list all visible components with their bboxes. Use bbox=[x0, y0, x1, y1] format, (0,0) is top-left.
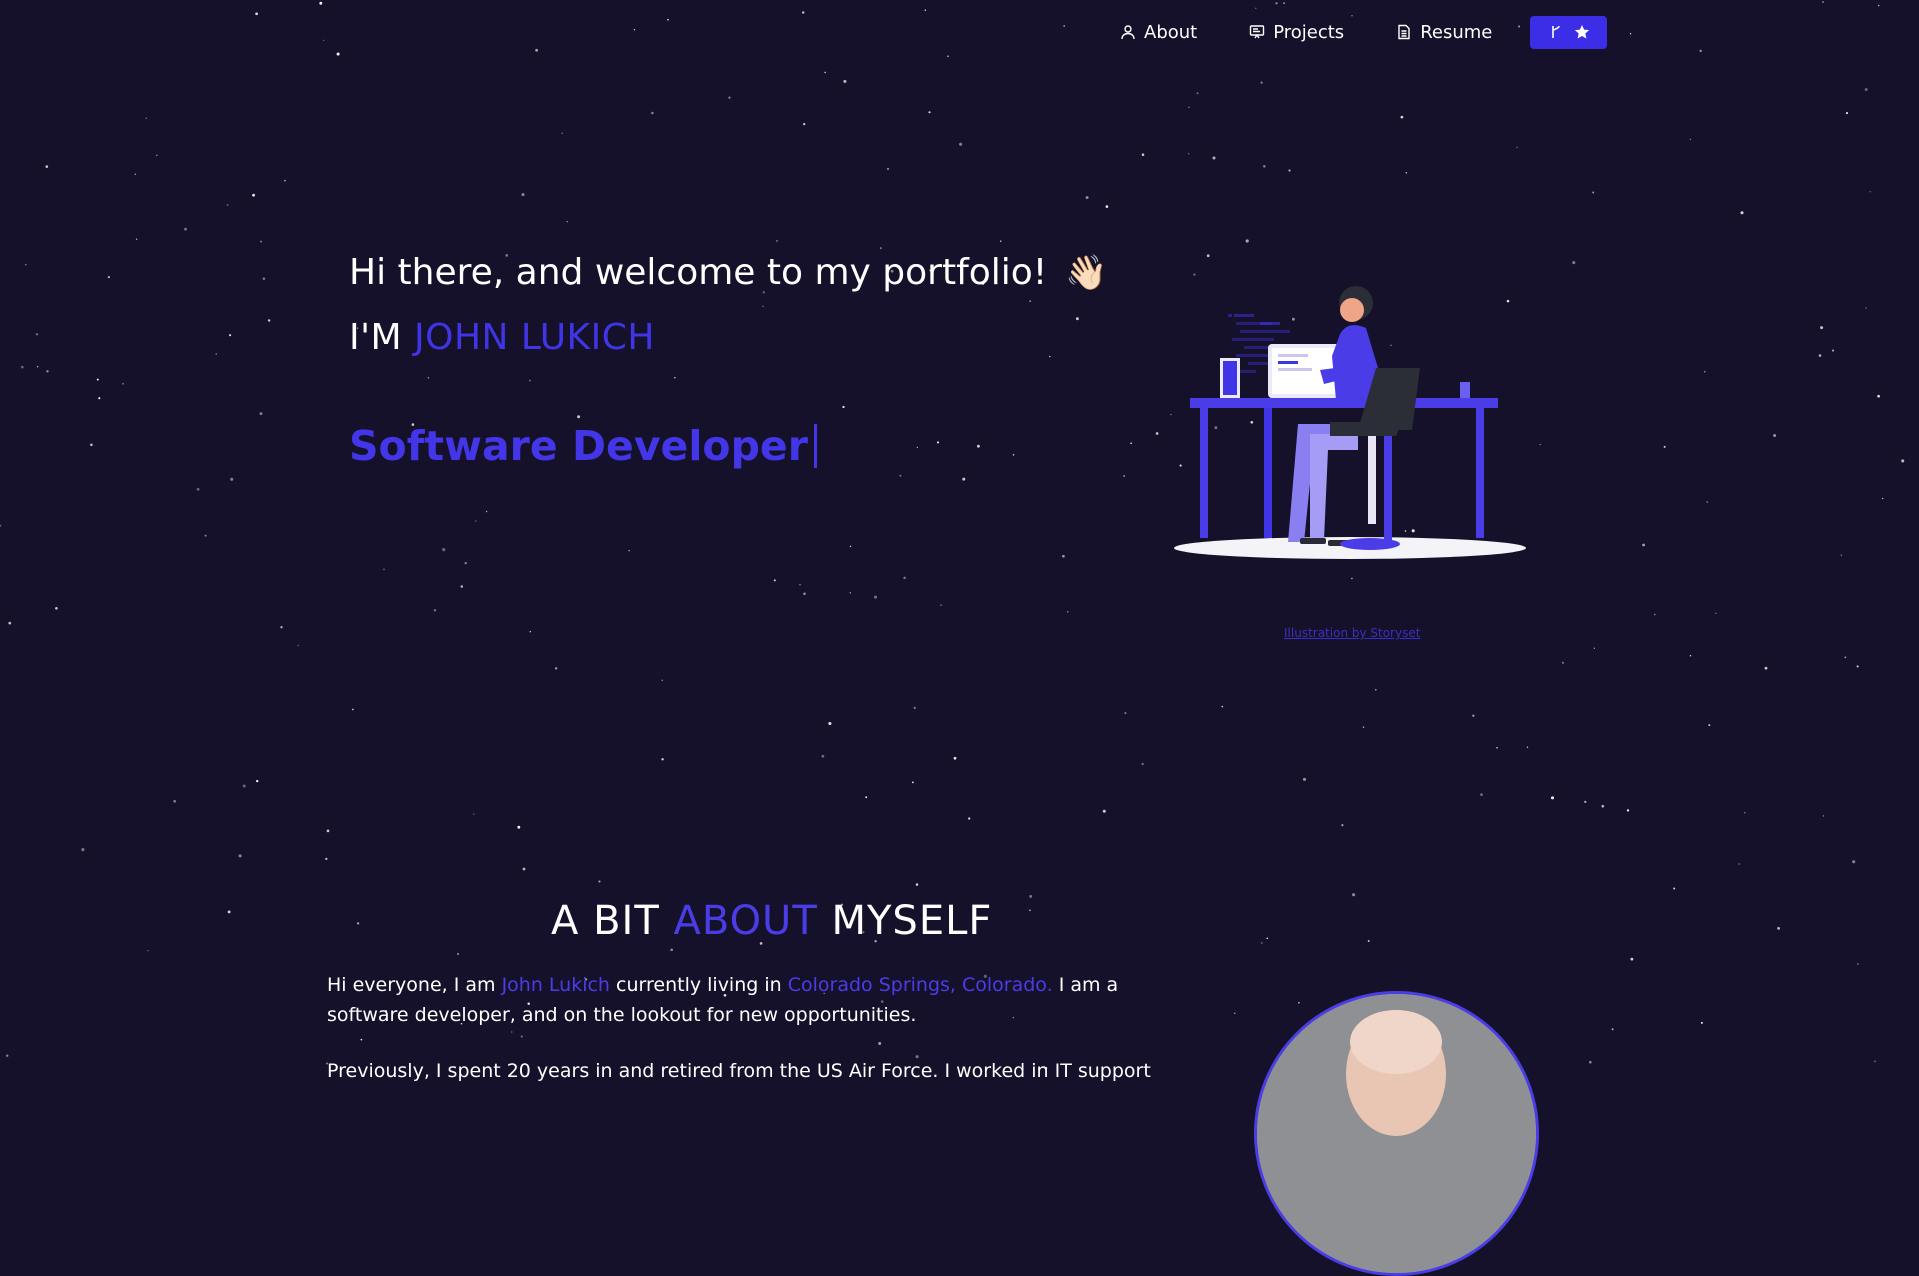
about-name: John Lukich bbox=[501, 974, 610, 996]
user-icon bbox=[1121, 25, 1135, 40]
profile-avatar bbox=[1254, 991, 1539, 1276]
top-nav: About Projects Resume bbox=[1120, 14, 1608, 50]
star-icon bbox=[1574, 25, 1589, 39]
name-prefix: I'M bbox=[349, 317, 403, 358]
projects-icon bbox=[1250, 25, 1265, 39]
hero-name: JOHN LUKICH bbox=[414, 317, 655, 358]
nav-projects[interactable]: Projects bbox=[1249, 22, 1344, 43]
about-paragraphs: Hi everyone, I am John Lukich currently … bbox=[327, 970, 1157, 1112]
about-title-part-3: MYSELF bbox=[831, 898, 993, 944]
nav-projects-label: Projects bbox=[1273, 21, 1345, 43]
hero-name-line: I'M JOHN LUKICH bbox=[349, 317, 1108, 358]
typewriter-role: Software Developer bbox=[349, 422, 1108, 470]
document-icon bbox=[1398, 24, 1410, 40]
developer-illustration bbox=[1174, 286, 1526, 559]
typing-cursor bbox=[813, 424, 817, 468]
about-second-paragraph: Previously, I spent 20 years in and reti… bbox=[327, 1060, 1151, 1082]
nav-about[interactable]: About bbox=[1120, 22, 1197, 43]
nav-about-label: About bbox=[1144, 21, 1198, 43]
about-title-part-1: A BIT bbox=[551, 898, 660, 944]
nav-resume[interactable]: Resume bbox=[1396, 22, 1492, 43]
greeting-text: Hi there, and welcome to my portfolio! bbox=[349, 252, 1048, 293]
about-location: Colorado Springs, Colorado. bbox=[787, 974, 1053, 996]
role-text: Software Developer bbox=[349, 422, 808, 470]
about-intro-2: currently living in bbox=[616, 974, 782, 996]
nav-resume-label: Resume bbox=[1420, 21, 1493, 43]
about-section-title: A BIT ABOUT MYSELF bbox=[551, 898, 992, 944]
about-intro-paragraph: Hi everyone, I am John Lukich currently … bbox=[327, 970, 1157, 1030]
waving-hand-icon: 👋🏻 bbox=[1065, 252, 1108, 293]
profile-photo bbox=[1257, 994, 1536, 1273]
fork-icon bbox=[1552, 25, 1560, 38]
github-star-fork-button[interactable] bbox=[1530, 15, 1608, 49]
hero-section: Hi there, and welcome to my portfolio! 👋… bbox=[349, 252, 1108, 470]
hero-greeting: Hi there, and welcome to my portfolio! 👋… bbox=[349, 252, 1108, 293]
illustration-credit-link[interactable]: Illustration by Storyset bbox=[1284, 626, 1420, 640]
about-intro-1: Hi everyone, I am bbox=[327, 974, 496, 996]
about-title-part-2: ABOUT bbox=[673, 898, 818, 944]
